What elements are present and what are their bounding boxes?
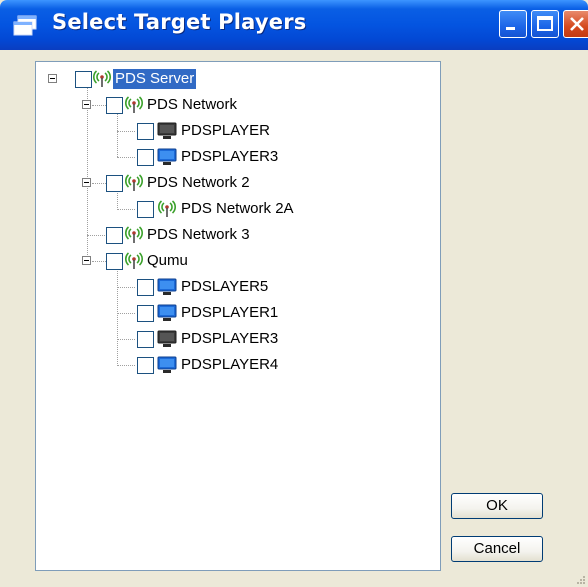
tree-node-pds-network-3[interactable]: PDS Network 3 — [36, 225, 436, 247]
tree-checkbox[interactable] — [137, 305, 154, 322]
monitor-online-icon — [157, 356, 177, 374]
monitor-offline-icon — [157, 122, 177, 140]
tree-node-pdsplayer3-qumu[interactable]: PDSPLAYER3 — [36, 329, 436, 351]
tree-node-pdslayer5[interactable]: PDSLAYER5 — [36, 277, 436, 299]
select-target-players-dialog: Select Target Players PDS Server PDS Net… — [0, 0, 588, 587]
window-title: Select Target Players — [52, 10, 307, 34]
tree-node-label[interactable]: PDSPLAYER3 — [179, 329, 280, 349]
tree-node-label[interactable]: PDSLAYER5 — [179, 277, 270, 297]
tree-node-qumu[interactable]: Qumu — [36, 251, 436, 273]
tree-node-label[interactable]: PDSPLAYER — [179, 121, 272, 141]
tree-node-label[interactable]: PDS Network — [145, 95, 239, 115]
tree-node-pdsplayer1[interactable]: PDSPLAYER1 — [36, 303, 436, 325]
maximize-icon — [537, 16, 553, 31]
tree-node-label[interactable]: PDS Server — [113, 69, 197, 89]
tree-node-pdsplayer4[interactable]: PDSPLAYER4 — [36, 355, 436, 377]
monitor-online-icon — [157, 148, 177, 166]
tree-node-label[interactable]: PDS Network 2 — [145, 173, 252, 193]
resize-grip-icon[interactable] — [576, 575, 586, 585]
monitor-online-icon — [157, 278, 177, 296]
close-button[interactable] — [563, 10, 588, 38]
antenna-icon — [124, 226, 144, 244]
tree-checkbox[interactable] — [106, 175, 123, 192]
antenna-icon — [124, 174, 144, 192]
cancel-button[interactable]: Cancel — [451, 536, 543, 562]
windows-icon — [13, 15, 37, 36]
collapse-icon[interactable] — [82, 178, 91, 187]
ok-button[interactable]: OK — [451, 493, 543, 519]
minimize-button[interactable] — [499, 10, 527, 38]
player-tree[interactable]: PDS Server PDS Network PDSPLAYER PDSPLAY… — [35, 61, 441, 571]
monitor-offline-icon — [157, 330, 177, 348]
antenna-icon — [124, 96, 144, 114]
close-icon — [570, 17, 584, 31]
tree-node-label[interactable]: Qumu — [145, 251, 190, 271]
tree-node-pdsplayer3[interactable]: PDSPLAYER3 — [36, 147, 436, 169]
tree-node-pds-network[interactable]: PDS Network — [36, 95, 436, 117]
tree-node-label[interactable]: PDSPLAYER3 — [179, 147, 280, 167]
minimize-icon — [506, 27, 515, 30]
maximize-button[interactable] — [531, 10, 559, 38]
tree-checkbox[interactable] — [106, 253, 123, 270]
tree-checkbox[interactable] — [137, 331, 154, 348]
antenna-icon — [157, 200, 177, 218]
tree-checkbox[interactable] — [106, 97, 123, 114]
monitor-online-icon — [157, 304, 177, 322]
tree-node-pds-server[interactable]: PDS Server — [36, 69, 436, 91]
tree-node-label[interactable]: PDSPLAYER4 — [179, 355, 280, 375]
tree-node-label[interactable]: PDS Network 2A — [179, 199, 296, 219]
title-bar[interactable]: Select Target Players — [0, 0, 588, 50]
tree-node-pds-network-2a[interactable]: PDS Network 2A — [36, 199, 436, 221]
tree-node-label[interactable]: PDSPLAYER1 — [179, 303, 280, 323]
antenna-icon — [124, 252, 144, 270]
tree-node-pdsplayer[interactable]: PDSPLAYER — [36, 121, 436, 143]
tree-checkbox[interactable] — [137, 149, 154, 166]
tree-checkbox[interactable] — [106, 227, 123, 244]
collapse-icon[interactable] — [82, 256, 91, 265]
collapse-icon[interactable] — [48, 74, 57, 83]
tree-checkbox[interactable] — [137, 357, 154, 374]
collapse-icon[interactable] — [82, 100, 91, 109]
tree-node-label[interactable]: PDS Network 3 — [145, 225, 252, 245]
tree-checkbox[interactable] — [137, 201, 154, 218]
tree-checkbox[interactable] — [137, 279, 154, 296]
tree-node-pds-network-2[interactable]: PDS Network 2 — [36, 173, 436, 195]
antenna-icon — [92, 70, 112, 88]
tree-checkbox[interactable] — [75, 71, 92, 88]
tree-checkbox[interactable] — [137, 123, 154, 140]
